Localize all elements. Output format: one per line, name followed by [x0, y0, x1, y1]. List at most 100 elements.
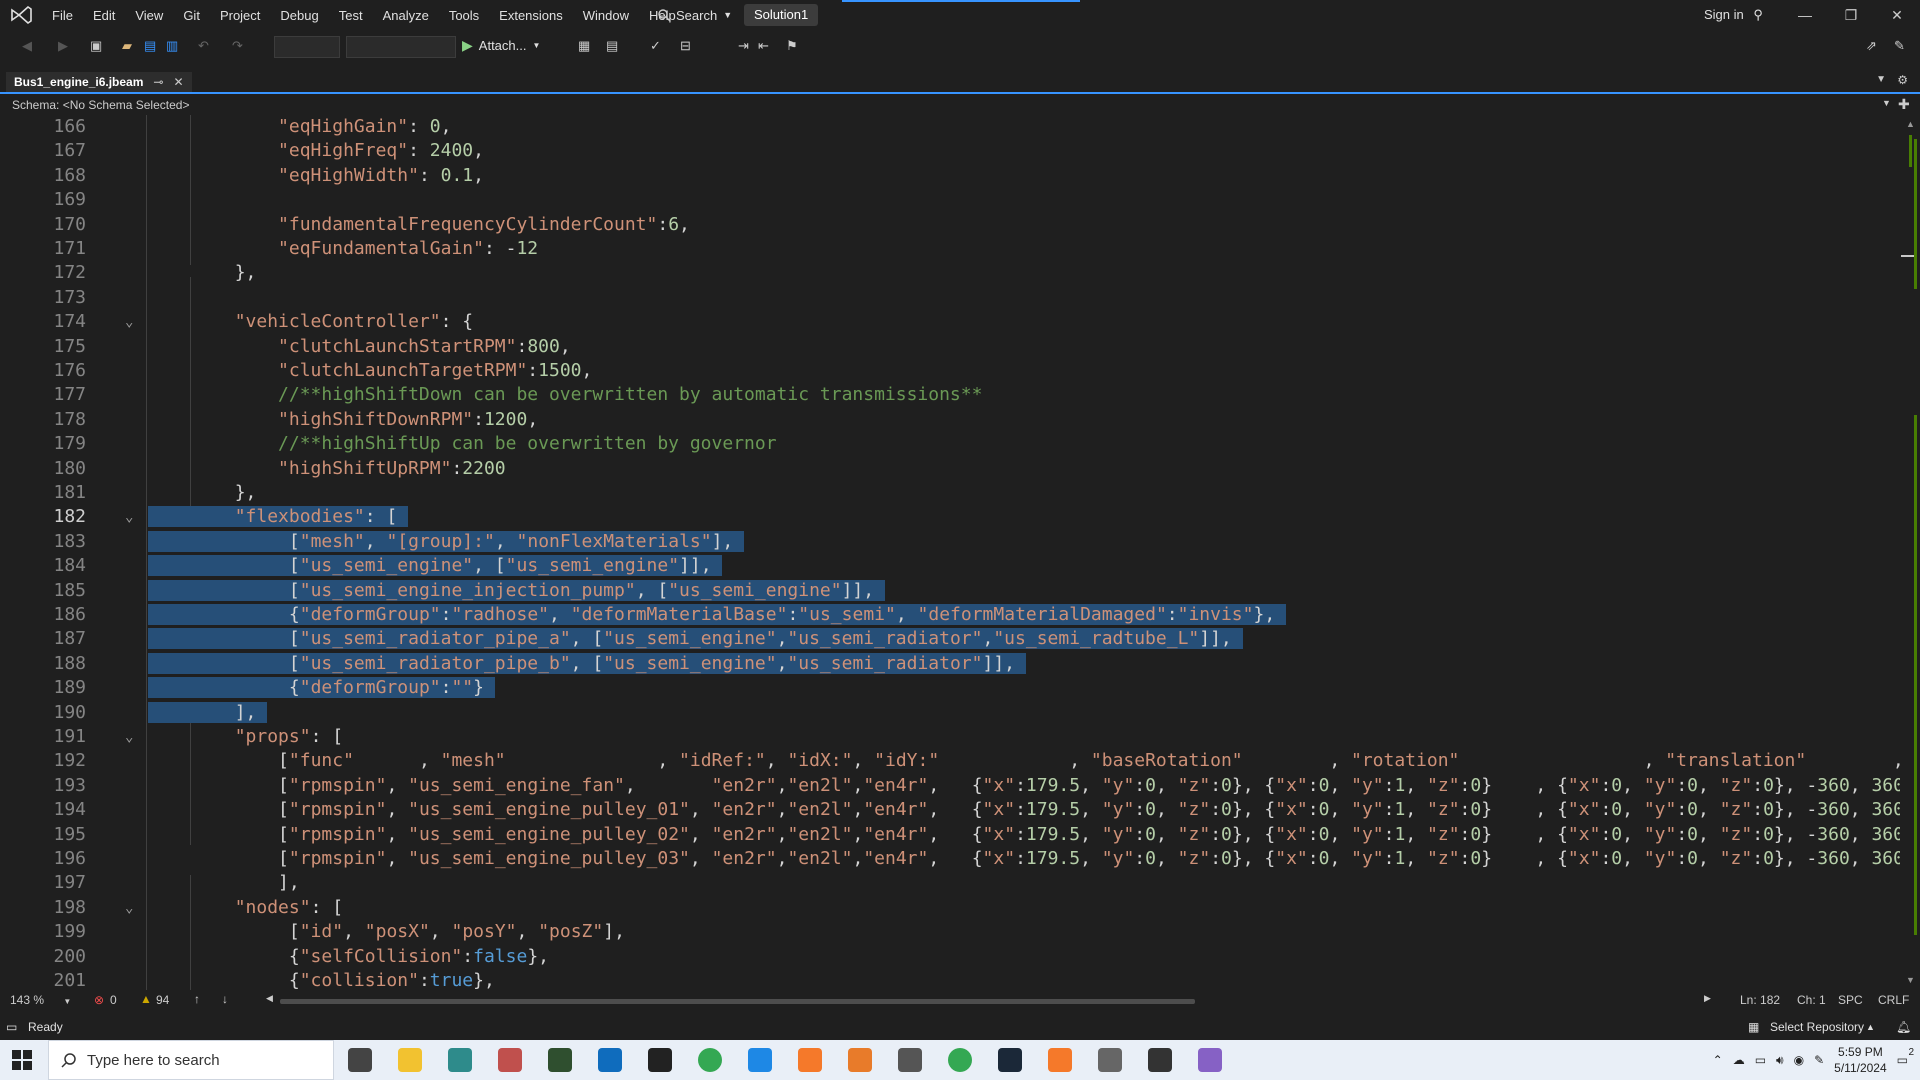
code-line[interactable]: 185 ["us_semi_engine_injection_pump", ["…	[0, 579, 1900, 603]
code-line[interactable]: 175 "clutchLaunchStartRPM":800,	[0, 335, 1900, 359]
code-line[interactable]: 173	[0, 286, 1900, 310]
attach-button[interactable]: ▶ Attach... ▼	[462, 37, 540, 54]
notifications-icon[interactable]: ▭ 2	[1897, 1047, 1914, 1067]
steam-icon[interactable]	[998, 1048, 1022, 1072]
app-icon-8[interactable]	[1098, 1048, 1122, 1072]
code-line[interactable]: 181 },	[0, 481, 1900, 505]
bookmark-icon[interactable]: ⚑	[786, 38, 802, 54]
line-ending-indicator[interactable]: CRLF	[1878, 993, 1909, 1007]
app-icon-2[interactable]	[498, 1048, 522, 1072]
chrome-icon[interactable]	[698, 1048, 722, 1072]
indent-icon[interactable]: ⇥	[738, 38, 754, 54]
taskbar-search-box[interactable]: Type here to search	[48, 1040, 334, 1080]
app-icon-3[interactable]	[548, 1048, 572, 1072]
code-line[interactable]: 195 ["rpmspin", "us_semi_engine_pulley_0…	[0, 823, 1900, 847]
new-project-icon[interactable]: ▣	[90, 38, 106, 54]
person-icon[interactable]: ⚲	[1753, 7, 1763, 22]
save-icon[interactable]: ▤	[144, 38, 160, 54]
outdent-icon[interactable]: ⇤	[758, 38, 774, 54]
line-indicator[interactable]: Ln: 182	[1740, 993, 1780, 1007]
code-line[interactable]: 166 "eqHighGain": 0,	[0, 115, 1900, 139]
code-line[interactable]: 191 ⌄ "props": [	[0, 725, 1900, 749]
menu-item-git[interactable]: Git	[173, 8, 210, 23]
menu-item-test[interactable]: Test	[329, 8, 373, 23]
blender-icon[interactable]	[798, 1048, 822, 1072]
feedback-icon[interactable]: ✎	[1894, 38, 1910, 54]
column-indicator[interactable]: Ch: 1	[1797, 993, 1826, 1007]
code-line[interactable]: 172 },	[0, 261, 1900, 285]
fold-toggle-icon[interactable]: ⌄	[125, 896, 139, 920]
split-editor-icon[interactable]: ✚	[1898, 96, 1910, 113]
code-line[interactable]: 183 ["mesh", "[group]:", "nonFlexMateria…	[0, 530, 1900, 554]
outlook-icon[interactable]	[598, 1048, 622, 1072]
fold-toggle-icon[interactable]: ⌄	[125, 310, 139, 334]
pin-icon[interactable]: ⊸	[153, 72, 163, 92]
scroll-left-icon[interactable]: ◀	[266, 993, 273, 1004]
undo-icon[interactable]: ↶	[198, 38, 214, 54]
open-folder-icon[interactable]: ▰	[122, 38, 138, 54]
chevron-up-icon[interactable]: ⌃	[1713, 1053, 1723, 1067]
clock[interactable]: 5:59 PM 5/11/2024	[1834, 1044, 1887, 1076]
code-line[interactable]: 190 ],	[0, 701, 1900, 725]
fold-toggle-icon[interactable]: ⌄	[125, 725, 139, 749]
code-line[interactable]: 201 {"collision":true},	[0, 969, 1900, 990]
code-line[interactable]: 197 ],	[0, 871, 1900, 895]
code-line[interactable]: 198 ⌄ "nodes": [	[0, 896, 1900, 920]
menu-item-window[interactable]: Window	[573, 8, 639, 23]
code-line[interactable]: 176 "clutchLaunchTargetRPM":1500,	[0, 359, 1900, 383]
code-line[interactable]: 168 "eqHighWidth": 0.1,	[0, 164, 1900, 188]
close-icon[interactable]: ✕	[173, 72, 183, 92]
app-icon-9[interactable]	[1148, 1048, 1172, 1072]
schema-dropdown[interactable]: <No Schema Selected>	[63, 98, 190, 112]
visual-studio-icon[interactable]	[1198, 1048, 1222, 1072]
app-icon-1[interactable]	[448, 1048, 472, 1072]
code-line[interactable]: 193 ["rpmspin", "us_semi_engine_fan", "e…	[0, 774, 1900, 798]
chevron-down-icon[interactable]: ▼	[63, 997, 71, 1006]
restore-button[interactable]: ❐	[1828, 0, 1874, 30]
code-line[interactable]: 178 "highShiftDownRPM":1200,	[0, 408, 1900, 432]
sign-in-link[interactable]: Sign in ⚲	[1704, 7, 1763, 23]
forward-icon[interactable]: ▶	[58, 38, 74, 54]
code-line[interactable]: 167 "eqHighFreq": 2400,	[0, 139, 1900, 163]
minimize-button[interactable]: —	[1782, 0, 1828, 30]
vertical-scrollbar[interactable]: ▲ ▼	[1900, 115, 1920, 990]
chrome-icon[interactable]	[948, 1048, 972, 1072]
app-icon-4[interactable]	[648, 1048, 672, 1072]
select-repository-button[interactable]: Select Repository	[1770, 1015, 1864, 1040]
tab-bus1-engine[interactable]: Bus1_engine_i6.jbeam ⊸ ✕	[6, 72, 192, 92]
app-icon-7[interactable]	[898, 1048, 922, 1072]
warning-icon[interactable]: ▲	[140, 992, 152, 1006]
notification-bell-icon[interactable]: 🔔︎	[1896, 1015, 1911, 1040]
close-window-button[interactable]: ✕	[1874, 0, 1920, 30]
menu-item-view[interactable]: View	[125, 8, 173, 23]
onedrive-icon[interactable]: ☁	[1733, 1053, 1745, 1067]
code-line[interactable]: 171 "eqFundamentalGain": -12	[0, 237, 1900, 261]
solution-name[interactable]: Solution1	[744, 4, 819, 26]
previous-issue-icon[interactable]: ↑	[194, 992, 200, 1006]
back-icon[interactable]: ◀	[22, 38, 38, 54]
tray-app-icon[interactable]: ◉	[1794, 1053, 1804, 1067]
toolbar-icon-1[interactable]: ▦	[578, 38, 594, 54]
code-line[interactable]: 180 "highShiftUpRPM":2200	[0, 457, 1900, 481]
blender-icon[interactable]	[1048, 1048, 1072, 1072]
code-line[interactable]: 186 {"deformGroup":"radhose", "deformMat…	[0, 603, 1900, 627]
chevron-down-icon[interactable]: ▼	[1882, 98, 1891, 108]
gear-icon[interactable]: ⚙	[1897, 73, 1908, 87]
code-line[interactable]: 182 ⌄ "flexbodies": [	[0, 505, 1900, 529]
menu-item-analyze[interactable]: Analyze	[373, 8, 439, 23]
platform-dropdown[interactable]	[346, 36, 456, 58]
app-icon-6[interactable]	[848, 1048, 872, 1072]
pen-icon[interactable]: ✎	[1814, 1053, 1824, 1067]
code-line[interactable]: 177 //**highShiftDown can be overwritten…	[0, 383, 1900, 407]
menu-item-file[interactable]: File	[42, 8, 83, 23]
menu-item-project[interactable]: Project	[210, 8, 270, 23]
code-line[interactable]: 169	[0, 188, 1900, 212]
next-issue-icon[interactable]: ↓	[222, 992, 228, 1006]
code-line[interactable]: 200 {"selfCollision":false},	[0, 945, 1900, 969]
chevron-up-icon[interactable]: ▲	[1866, 1015, 1875, 1040]
task-view-icon[interactable]	[348, 1048, 372, 1072]
whitespace-indicator[interactable]: SPC	[1838, 993, 1863, 1007]
code-line[interactable]: 170 "fundamentalFrequencyCylinderCount":…	[0, 213, 1900, 237]
menu-item-edit[interactable]: Edit	[83, 8, 125, 23]
horizontal-scroll-thumb[interactable]	[280, 999, 1195, 1004]
